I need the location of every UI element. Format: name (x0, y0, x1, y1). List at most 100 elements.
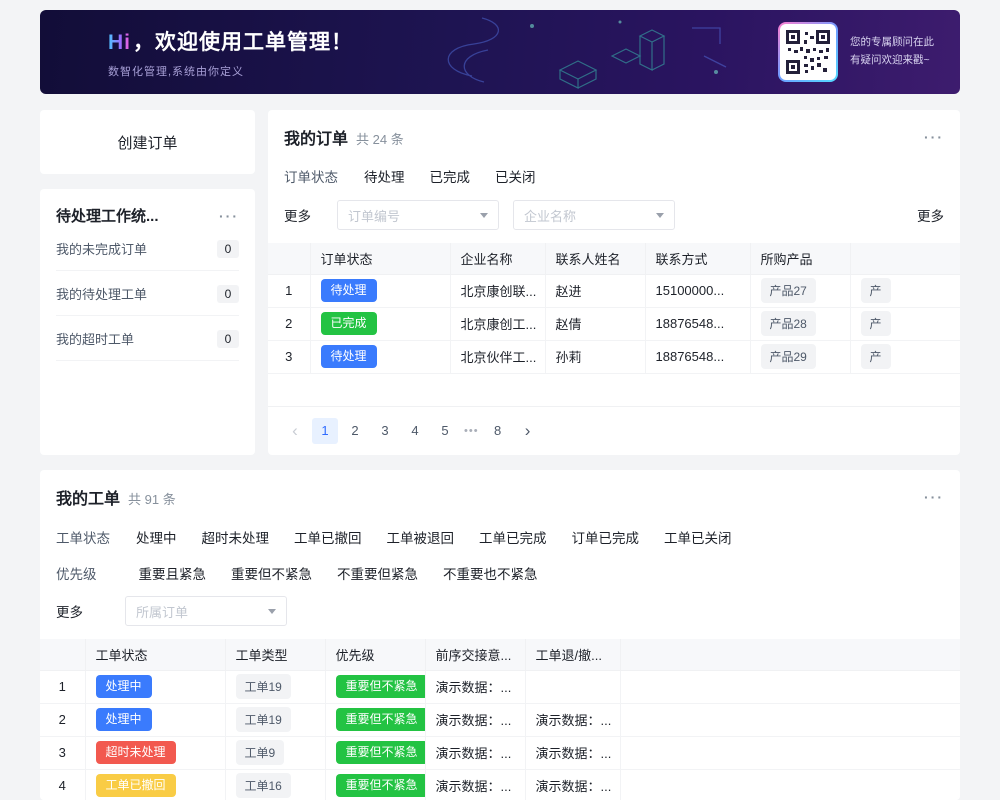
product-badge: 产品29 (761, 344, 816, 369)
stat-count-badge: 0 (217, 240, 239, 258)
row-index: 3 (40, 736, 85, 769)
header-workorder-status: 工单状态 (85, 639, 225, 670)
handover-cell: 演示数据：... (425, 769, 525, 800)
page: Hi，欢迎使用工单管理！ 数智化管理,系统由你定义 (0, 0, 1000, 800)
filter-option-closed[interactable]: 已关闭 (495, 166, 536, 186)
filter-option-returned[interactable]: 工单被退回 (387, 527, 455, 547)
banner-subtitle: 数智化管理,系统由你定义 (108, 63, 353, 79)
extra-cell (620, 670, 960, 703)
banner-text: Hi，欢迎使用工单管理！ 数智化管理,系统由你定义 (40, 26, 353, 79)
next-page-button[interactable]: › (515, 418, 541, 444)
workorder-status-badge: 处理中 (96, 675, 152, 698)
banner-decoration (410, 10, 750, 94)
chevron-down-icon (480, 213, 488, 218)
order-number-select[interactable]: 订单编号 (337, 200, 499, 230)
priority-badge: 重要但不紧急 (336, 774, 426, 797)
stats-card-title: 待处理工作统... (56, 205, 159, 226)
table-row[interactable]: 3 超时未处理 工单9 重要但不紧急 演示数据：... 演示数据：... (40, 736, 960, 769)
workorder-type-badge: 工单9 (236, 740, 285, 765)
more-actions-icon[interactable]: ··· (924, 490, 944, 504)
stat-label: 我的超时工单 (56, 329, 134, 348)
filter-option-important-urgent[interactable]: 重要且紧急 (139, 563, 207, 583)
company-cell: 北京康创工... (450, 307, 545, 340)
contact-cell: 孙莉 (545, 340, 645, 373)
header-product: 所购产品 (750, 243, 850, 274)
filter-option-overdue[interactable]: 超时未处理 (202, 527, 270, 547)
workorders-more-filter-row: 更多 所属订单 (40, 596, 960, 626)
stat-item-overdue-workorders[interactable]: 我的超时工单 0 (56, 316, 239, 361)
table-row[interactable]: 1 处理中 工单19 重要但不紧急 演示数据：... (40, 670, 960, 703)
filter-option-order-completed[interactable]: 订单已完成 (572, 527, 640, 547)
qr-code-pattern (786, 30, 830, 74)
table-row[interactable]: 2 已完成 北京康创工... 赵倩 18876548... 产品28 产 (268, 307, 960, 340)
page-button-4[interactable]: 4 (402, 418, 428, 444)
filter-option-workorder-closed[interactable]: 工单已关闭 (664, 527, 732, 547)
product-badge-truncated: 产 (861, 311, 891, 336)
prev-page-button[interactable]: ‹ (282, 418, 308, 444)
orders-table: 订单状态 企业名称 联系人姓名 联系方式 所购产品 1 待处理 北京康创联...… (268, 243, 960, 374)
phone-cell: 15100000... (645, 274, 750, 307)
table-row[interactable]: 4 工单已撤回 工单16 重要但不紧急 演示数据：... 演示数据：... (40, 769, 960, 800)
handover-cell: 演示数据：... (425, 670, 525, 703)
workorder-status-badge: 工单已撤回 (96, 774, 176, 797)
workorder-type-badge: 工单19 (236, 707, 291, 732)
more-actions-icon[interactable]: ··· (924, 130, 944, 144)
more-filters-link[interactable]: 更多 (917, 205, 944, 225)
workorders-table-header-row: 工单状态 工单类型 优先级 前序交接意... 工单退/撤... (40, 639, 960, 670)
page-button-2[interactable]: 2 (342, 418, 368, 444)
filter-option-not-important-urgent[interactable]: 不重要但紧急 (337, 563, 418, 583)
workorder-status-badge: 超时未处理 (96, 741, 176, 764)
filter-option-workorder-completed[interactable]: 工单已完成 (479, 527, 547, 547)
create-order-button[interactable]: 创建订单 (40, 110, 255, 174)
parent-order-select[interactable]: 所属订单 (125, 596, 287, 626)
page-ellipsis-icon[interactable]: ••• (462, 425, 481, 437)
pagination: ‹ 1 2 3 4 5 ••• 8 › (268, 407, 960, 455)
filter-option-completed[interactable]: 已完成 (430, 166, 471, 186)
stat-item-unfinished-orders[interactable]: 我的未完成订单 0 (56, 226, 239, 271)
order-status-badge: 已完成 (321, 312, 377, 335)
consultant-line1: 您的专属顾问在此 (850, 34, 934, 52)
header-withdraw: 工单退/撤... (525, 639, 620, 670)
filter-option-processing[interactable]: 处理中 (136, 527, 177, 547)
header-phone: 联系方式 (645, 243, 750, 274)
page-button-5[interactable]: 5 (432, 418, 458, 444)
filter-option-pending[interactable]: 待处理 (364, 166, 405, 186)
phone-cell: 18876548... (645, 340, 750, 373)
table-row[interactable]: 2 处理中 工单19 重要但不紧急 演示数据：... 演示数据：... (40, 703, 960, 736)
workorders-panel-title: 我的工单 (56, 485, 120, 509)
header-index (268, 243, 310, 274)
banner-consultant-area: 您的专属顾问在此 有疑问欢迎来戳~ (778, 22, 960, 82)
workorder-type-badge: 工单19 (236, 674, 291, 699)
header-workorder-type: 工单类型 (225, 639, 325, 670)
page-button-8[interactable]: 8 (485, 418, 511, 444)
stat-count-badge: 0 (217, 285, 239, 303)
filter-option-important-not-urgent[interactable]: 重要但不紧急 (231, 563, 312, 583)
orders-panel-title: 我的订单 (284, 125, 348, 149)
filter-option-withdrawn[interactable]: 工单已撤回 (294, 527, 362, 547)
filter-option-not-important-not-urgent[interactable]: 不重要也不紧急 (443, 563, 538, 583)
row-index: 1 (268, 274, 310, 307)
withdraw-cell: 演示数据：... (525, 736, 620, 769)
product-badge: 产品28 (761, 311, 816, 336)
stat-item-pending-workorders[interactable]: 我的待处理工单 0 (56, 271, 239, 316)
order-status-filter-label: 订单状态 (284, 166, 338, 186)
workorder-type-badge: 工单16 (236, 773, 291, 798)
extra-cell (620, 736, 960, 769)
header-priority: 优先级 (325, 639, 425, 670)
my-workorders-panel: 我的工单 共 91 条 ··· 工单状态 处理中 超时未处理 工单已撤回 工单被… (40, 470, 960, 800)
more-actions-icon[interactable]: ··· (219, 209, 239, 223)
priority-badge: 重要但不紧急 (336, 708, 426, 731)
table-row[interactable]: 3 待处理 北京伙伴工... 孙莉 18876548... 产品29 产 (268, 340, 960, 373)
table-row[interactable]: 1 待处理 北京康创联... 赵进 15100000... 产品27 产 (268, 274, 960, 307)
phone-cell: 18876548... (645, 307, 750, 340)
company-name-select[interactable]: 企业名称 (513, 200, 675, 230)
orders-count: 共 24 条 (356, 129, 404, 148)
consultant-text: 您的专属顾问在此 有疑问欢迎来戳~ (850, 34, 934, 70)
header-index (40, 639, 85, 670)
page-button-3[interactable]: 3 (372, 418, 398, 444)
chevron-down-icon (656, 213, 664, 218)
product-badge: 产品27 (761, 278, 816, 303)
stat-label: 我的未完成订单 (56, 239, 147, 258)
header-company: 企业名称 (450, 243, 545, 274)
page-button-1[interactable]: 1 (312, 418, 338, 444)
